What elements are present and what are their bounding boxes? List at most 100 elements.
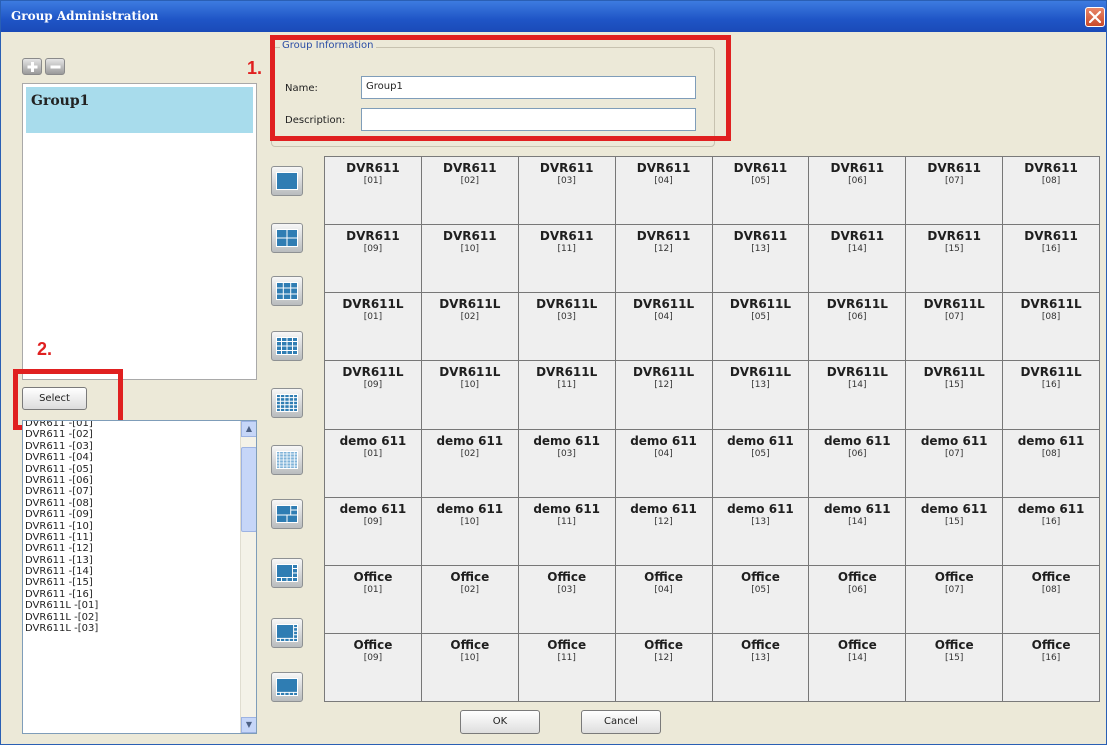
channel-cell[interactable]: DVR611L [01] — [325, 293, 421, 361]
device-list-item[interactable]: DVR611 -[03] — [24, 441, 240, 452]
channel-cell[interactable]: Office [06] — [809, 565, 906, 633]
channel-cell[interactable]: Office [02] — [421, 565, 518, 633]
channel-cell[interactable]: demo 611 [13] — [712, 497, 809, 565]
channel-cell[interactable]: DVR611 [04] — [615, 157, 712, 225]
channel-cell[interactable]: Office [16] — [1003, 633, 1099, 701]
channel-cell[interactable]: DVR611 [05] — [712, 157, 809, 225]
device-list-item[interactable]: DVR611 -[10] — [24, 521, 240, 532]
channel-cell[interactable]: DVR611L [10] — [421, 361, 518, 429]
channel-cell[interactable]: Office [01] — [325, 565, 421, 633]
channel-cell[interactable]: DVR611 [07] — [906, 157, 1003, 225]
channel-cell[interactable]: DVR611 [10] — [421, 225, 518, 293]
channel-cell[interactable]: DVR611L [12] — [615, 361, 712, 429]
channel-cell[interactable]: DVR611 [15] — [906, 225, 1003, 293]
channel-cell[interactable]: Office [08] — [1003, 565, 1099, 633]
channel-cell[interactable]: demo 611 [07] — [906, 429, 1003, 497]
device-list-item[interactable]: DVR611 -[15] — [24, 577, 240, 588]
channel-cell[interactable]: demo 611 [04] — [615, 429, 712, 497]
channel-cell[interactable]: demo 611 [08] — [1003, 429, 1099, 497]
layout-4x4-button[interactable] — [271, 331, 303, 361]
channel-cell[interactable]: DVR611 [13] — [712, 225, 809, 293]
channel-cell[interactable]: DVR611L [15] — [906, 361, 1003, 429]
channel-cell[interactable]: demo 611 [09] — [325, 497, 421, 565]
channel-cell[interactable]: DVR611 [16] — [1003, 225, 1099, 293]
channel-cell[interactable]: demo 611 [05] — [712, 429, 809, 497]
channel-cell[interactable]: DVR611L [11] — [518, 361, 615, 429]
channel-cell[interactable]: DVR611L [05] — [712, 293, 809, 361]
layout-3x3-button[interactable] — [271, 276, 303, 306]
scroll-down-button[interactable]: ▼ — [241, 717, 256, 733]
channel-cell[interactable]: Office [07] — [906, 565, 1003, 633]
device-list-item[interactable]: DVR611 -[12] — [24, 543, 240, 554]
channel-cell[interactable]: Office [05] — [712, 565, 809, 633]
title-bar[interactable]: Group Administration — [1, 1, 1106, 32]
channel-cell[interactable]: Office [15] — [906, 633, 1003, 701]
channel-cell[interactable]: DVR611 [11] — [518, 225, 615, 293]
ok-button[interactable]: OK — [460, 710, 540, 734]
channel-cell[interactable]: demo 611 [15] — [906, 497, 1003, 565]
channel-cell[interactable]: Office [04] — [615, 565, 712, 633]
remove-group-button[interactable] — [45, 58, 65, 75]
channel-cell[interactable]: Office [13] — [712, 633, 809, 701]
channel-cell[interactable]: DVR611L [04] — [615, 293, 712, 361]
channel-cell[interactable]: DVR611 [09] — [325, 225, 421, 293]
device-list-item[interactable]: DVR611 -[01] — [24, 421, 240, 429]
device-list-item[interactable]: DVR611 -[16] — [24, 589, 240, 600]
layout-1plus5-button[interactable] — [271, 499, 303, 529]
channel-cell[interactable]: demo 611 [02] — [421, 429, 518, 497]
layout-6x6-button[interactable] — [271, 445, 303, 475]
scroll-up-button[interactable]: ▲ — [241, 421, 256, 437]
channel-cell[interactable]: Office [09] — [325, 633, 421, 701]
cancel-button[interactable]: Cancel — [581, 710, 661, 734]
select-button[interactable]: Select — [22, 387, 87, 410]
layout-2x2-button[interactable] — [271, 223, 303, 253]
channel-cell[interactable]: DVR611L [16] — [1003, 361, 1099, 429]
channel-cell[interactable]: DVR611L [14] — [809, 361, 906, 429]
device-list-scrollbar[interactable]: ▲ ▼ — [240, 421, 256, 733]
group-list[interactable]: Group1 — [22, 83, 257, 380]
device-list-item[interactable]: DVR611L -[01] — [24, 600, 240, 611]
channel-cell[interactable]: DVR611L [13] — [712, 361, 809, 429]
channel-cell[interactable]: DVR611 [03] — [518, 157, 615, 225]
device-list-item[interactable]: DVR611 -[13] — [24, 555, 240, 566]
device-list-item[interactable]: DVR611L -[03] — [24, 623, 240, 634]
channel-cell[interactable]: DVR611 [01] — [325, 157, 421, 225]
device-list-item[interactable]: DVR611 -[05] — [24, 464, 240, 475]
channel-cell[interactable]: DVR611L [03] — [518, 293, 615, 361]
channel-cell[interactable]: DVR611L [02] — [421, 293, 518, 361]
channel-cell[interactable]: DVR611 [08] — [1003, 157, 1099, 225]
channel-cell[interactable]: Office [10] — [421, 633, 518, 701]
channel-cell[interactable]: Office [14] — [809, 633, 906, 701]
layout-1plus7-button[interactable] — [271, 558, 303, 588]
channel-cell[interactable]: demo 611 [16] — [1003, 497, 1099, 565]
channel-cell[interactable]: demo 611 [11] — [518, 497, 615, 565]
channel-cell[interactable]: demo 611 [06] — [809, 429, 906, 497]
channel-cell[interactable]: Office [12] — [615, 633, 712, 701]
device-list-item[interactable]: DVR611 -[07] — [24, 486, 240, 497]
device-list-item[interactable]: DVR611 -[08] — [24, 498, 240, 509]
device-list-item[interactable]: DVR611 -[09] — [24, 509, 240, 520]
channel-cell[interactable]: demo 611 [03] — [518, 429, 615, 497]
device-list-item[interactable]: DVR611 -[04] — [24, 452, 240, 463]
channel-cell[interactable]: demo 611 [01] — [325, 429, 421, 497]
channel-cell[interactable]: Office [03] — [518, 565, 615, 633]
channel-cell[interactable]: DVR611L [06] — [809, 293, 906, 361]
channel-cell[interactable]: Office [11] — [518, 633, 615, 701]
channel-cell[interactable]: demo 611 [10] — [421, 497, 518, 565]
layout-extra-button[interactable] — [271, 672, 303, 702]
device-list[interactable]: DVR611 -[01] DVR611 -[02] DVR611 -[03] DVR6… — [22, 420, 257, 734]
layout-1plus12-button[interactable] — [271, 618, 303, 648]
device-list-item[interactable]: DVR611 -[02] — [24, 429, 240, 440]
channel-cell[interactable]: DVR611L [09] — [325, 361, 421, 429]
close-button[interactable] — [1085, 7, 1105, 27]
layout-5x5-button[interactable] — [271, 388, 303, 418]
channel-cell[interactable]: demo 611 [14] — [809, 497, 906, 565]
device-list-item[interactable]: DVR611 -[06] — [24, 475, 240, 486]
scroll-thumb[interactable] — [241, 447, 256, 532]
channel-cell[interactable]: DVR611 [14] — [809, 225, 906, 293]
channel-cell[interactable]: DVR611 [06] — [809, 157, 906, 225]
group-list-item[interactable]: Group1 — [26, 87, 253, 133]
channel-cell[interactable]: DVR611 [02] — [421, 157, 518, 225]
device-list-item[interactable]: DVR611 -[11] — [24, 532, 240, 543]
device-list-item[interactable]: DVR611L -[02] — [24, 612, 240, 623]
